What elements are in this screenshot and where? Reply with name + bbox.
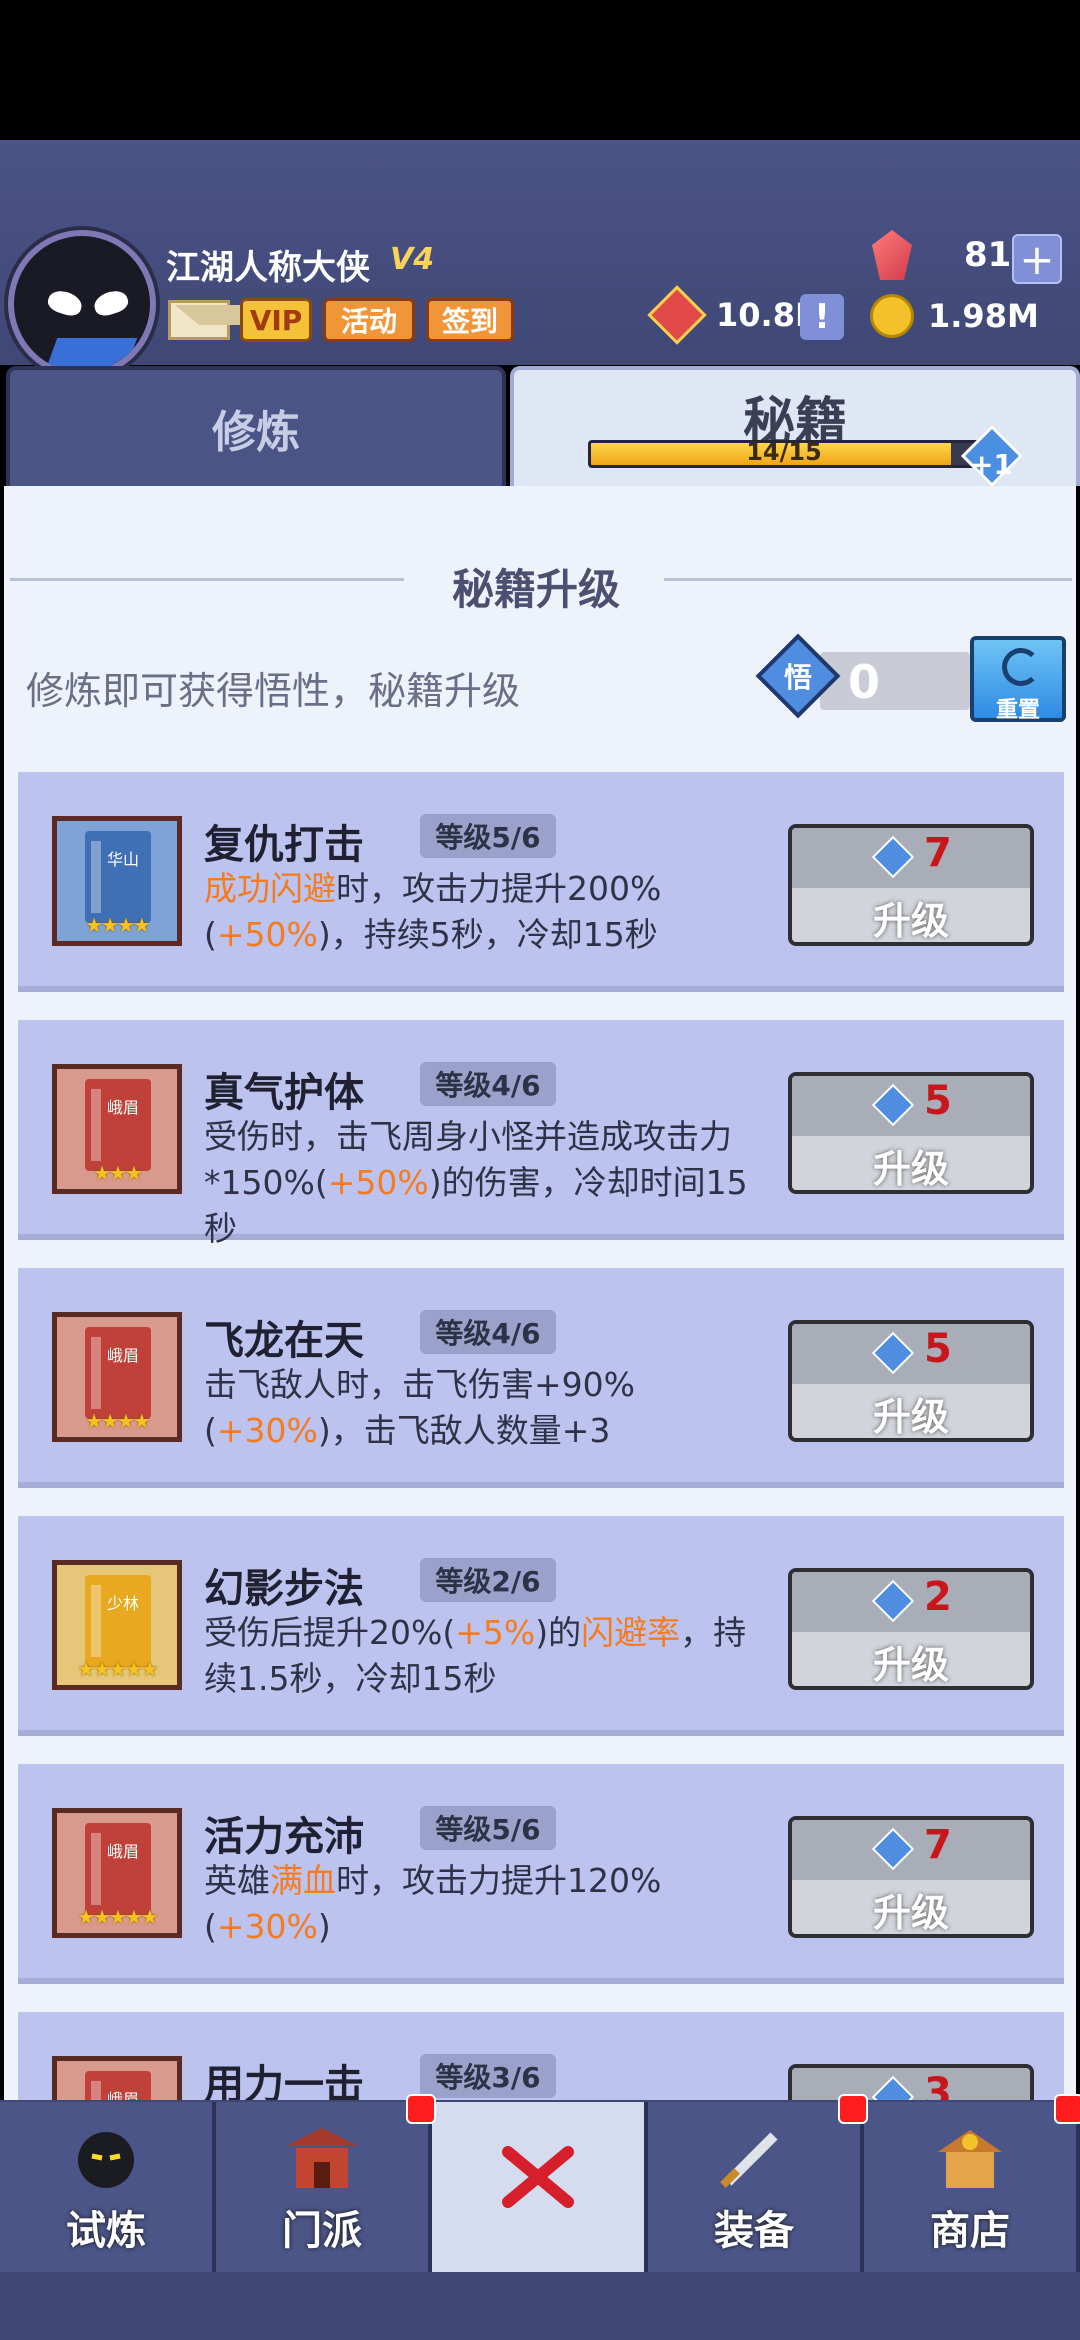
- skill-level-badge: 等级4/6: [420, 1310, 556, 1354]
- book-school-label: 峨眉: [106, 1098, 139, 1117]
- upgrade-cost: 5: [924, 1078, 952, 1124]
- skill-title: 飞龙在天: [204, 1318, 364, 1364]
- skill-title: 活力充沛: [204, 1814, 364, 1860]
- upgrade-button[interactable]: 7 升级: [788, 1816, 1034, 1938]
- book-stars: ★★★★: [85, 913, 151, 937]
- honor-icon: [647, 285, 707, 345]
- progress-bonus: +1: [970, 448, 1013, 481]
- skill-level-badge: 等级2/6: [420, 1558, 556, 1602]
- upgrade-button[interactable]: 7 升级: [788, 824, 1034, 946]
- temple-icon: [286, 2128, 358, 2188]
- upgrade-cost: 7: [924, 830, 952, 876]
- section-hint: 修炼即可获得悟性，秘籍升级: [26, 669, 521, 713]
- nav-shop-label: 商店: [930, 2208, 1010, 2254]
- skill-card: 峨眉 ★★★★★ 活力充沛 等级5/6 英雄满血时，攻击力提升120%(+30%) 7 升级: [18, 1764, 1064, 1984]
- reset-icon: [1002, 648, 1040, 686]
- section-title: 秘籍升级: [451, 565, 620, 614]
- upgrade-button[interactable]: 5 升级: [788, 1072, 1034, 1194]
- vip-level: V4: [390, 242, 435, 277]
- upgrade-cost: 2: [924, 1574, 952, 1620]
- player-avatar[interactable]: [8, 230, 156, 378]
- skill-description: 成功闪避时，攻击力提升200%(+50%)，持续5秒，冷却15秒: [204, 869, 662, 954]
- nav-shop[interactable]: 商店: [864, 2102, 1080, 2272]
- sword-icon: [720, 2132, 778, 2188]
- wu-value-box: [820, 652, 970, 710]
- mail-icon[interactable]: [168, 300, 271, 340]
- event-button[interactable]: 活动: [323, 298, 415, 342]
- wu-value: 0: [848, 655, 881, 709]
- book-school-label: 峨眉: [106, 1346, 139, 1365]
- skill-title: 真气护体: [204, 1070, 364, 1116]
- skill-description: 英雄满血时，攻击力提升120%(+30%): [204, 1861, 662, 1946]
- ninja-icon: [78, 2132, 134, 2188]
- nav-battle[interactable]: [432, 2102, 648, 2272]
- book-stars: ★★★★: [85, 1409, 151, 1433]
- reset-button[interactable]: 重置: [970, 636, 1066, 723]
- honor-counter: 10.8K: [647, 285, 820, 345]
- skill-description: 受伤后提升20%(+5%)的闪避率，持续1.5秒，冷却15秒: [204, 1613, 747, 1698]
- bottom-nav: 试炼 门派 装备 商店: [0, 2102, 1080, 2272]
- add-gems-button[interactable]: +: [1012, 234, 1062, 284]
- skill-level-badge: 等级4/6: [420, 1062, 556, 1106]
- upgrade-button[interactable]: 5 升级: [788, 1320, 1034, 1442]
- nav-sect-label: 门派: [282, 2208, 362, 2254]
- player-name: 江湖人称大侠: [166, 248, 370, 288]
- skill-card: 华山 ★★★★ 复仇打击 等级5/6 成功闪避时，攻击力提升200%(+50%)，持续5…: [18, 772, 1064, 992]
- skill-book-icon: 峨眉 ★★★: [52, 1064, 182, 1194]
- book-school-label: 华山: [106, 850, 139, 869]
- tab-train-label: 修炼: [212, 407, 300, 458]
- skill-book-icon: 少林 ★★★★★: [52, 1560, 182, 1690]
- gem-icon: [872, 230, 912, 280]
- nav-sect[interactable]: 门派: [216, 2102, 432, 2272]
- upgrade-label: 升级: [872, 1891, 949, 1935]
- nav-equip-label: 装备: [714, 2208, 794, 2254]
- sect-notification-dot: [406, 2094, 436, 2124]
- skill-level-badge: 等级3/6: [420, 2054, 556, 2098]
- skill-description: 击飞敌人时，击飞伤害+90%(+30%)，击飞敌人数量+3: [204, 1365, 635, 1450]
- upgrade-label: 升级: [872, 1643, 949, 1687]
- nav-trial[interactable]: 试炼: [0, 2102, 216, 2272]
- vip-button[interactable]: VIP: [240, 298, 312, 342]
- skill-book-icon: 峨眉 ★★★★★: [52, 1808, 182, 1938]
- tab-train[interactable]: 修炼: [6, 366, 506, 486]
- upgrade-cost: 5: [924, 1326, 952, 1372]
- honor-info-button[interactable]: !: [800, 294, 844, 340]
- book-stars: ★★★★★: [77, 1905, 159, 1929]
- skill-card: 峨眉 ★★★ 真气护体 等级4/6 受伤时，击飞周身小怪并造成攻击力*150%(+50%…: [18, 1020, 1064, 1248]
- wu-icon-label: 悟: [783, 661, 812, 694]
- upgrade-label: 升级: [872, 1395, 949, 1439]
- skill-title: 幻影步法: [204, 1566, 364, 1612]
- shop-icon: [938, 2130, 1002, 2188]
- book-school-label: 少林: [106, 1594, 139, 1613]
- coin-icon: [870, 294, 914, 338]
- coin-counter: 1.98M: [870, 294, 1039, 338]
- equip-notification-dot: [838, 2094, 868, 2124]
- skill-book-icon: 华山 ★★★★: [52, 816, 182, 946]
- coin-value: 1.98M: [928, 297, 1039, 335]
- book-school-label: 峨眉: [106, 1842, 139, 1861]
- upgrade-label: 升级: [872, 1147, 949, 1191]
- secrets-progress-text: 14/15: [746, 438, 822, 466]
- status-bar: [0, 0, 1080, 140]
- crossed-swords-icon: [502, 2146, 574, 2208]
- nav-trial-label: 试炼: [66, 2208, 146, 2254]
- upgrade-button[interactable]: 2 升级: [788, 1568, 1034, 1690]
- nav-equip[interactable]: 装备: [648, 2102, 864, 2272]
- book-stars: ★★★: [93, 1161, 143, 1185]
- checkin-button[interactable]: 签到: [426, 298, 514, 342]
- shop-notification-dot: [1054, 2094, 1080, 2124]
- reset-label: 重置: [995, 698, 1040, 723]
- skill-description: 受伤时，击飞周身小怪并造成攻击力*150%(+50%)的伤害，冷却时间15秒: [204, 1117, 748, 1248]
- skill-level-badge: 等级5/6: [420, 1806, 556, 1850]
- upgrade-cost: 7: [924, 1822, 952, 1868]
- skill-title: 复仇打击: [204, 822, 364, 868]
- book-stars: ★★★★★: [77, 1657, 159, 1681]
- skill-card: 峨眉 ★★★★ 飞龙在天 等级4/6 击飞敌人时，击飞伤害+90%(+30%)，击飞敌人…: [18, 1268, 1064, 1488]
- skill-level-badge: 等级5/6: [420, 814, 556, 858]
- skill-card: 少林 ★★★★★ 幻影步法 等级2/6 受伤后提升20%(+5%)的闪避率，持续1.5秒…: [18, 1516, 1064, 1736]
- skill-book-icon: 峨眉 ★★★★: [52, 1312, 182, 1442]
- upgrade-label: 升级: [872, 899, 949, 943]
